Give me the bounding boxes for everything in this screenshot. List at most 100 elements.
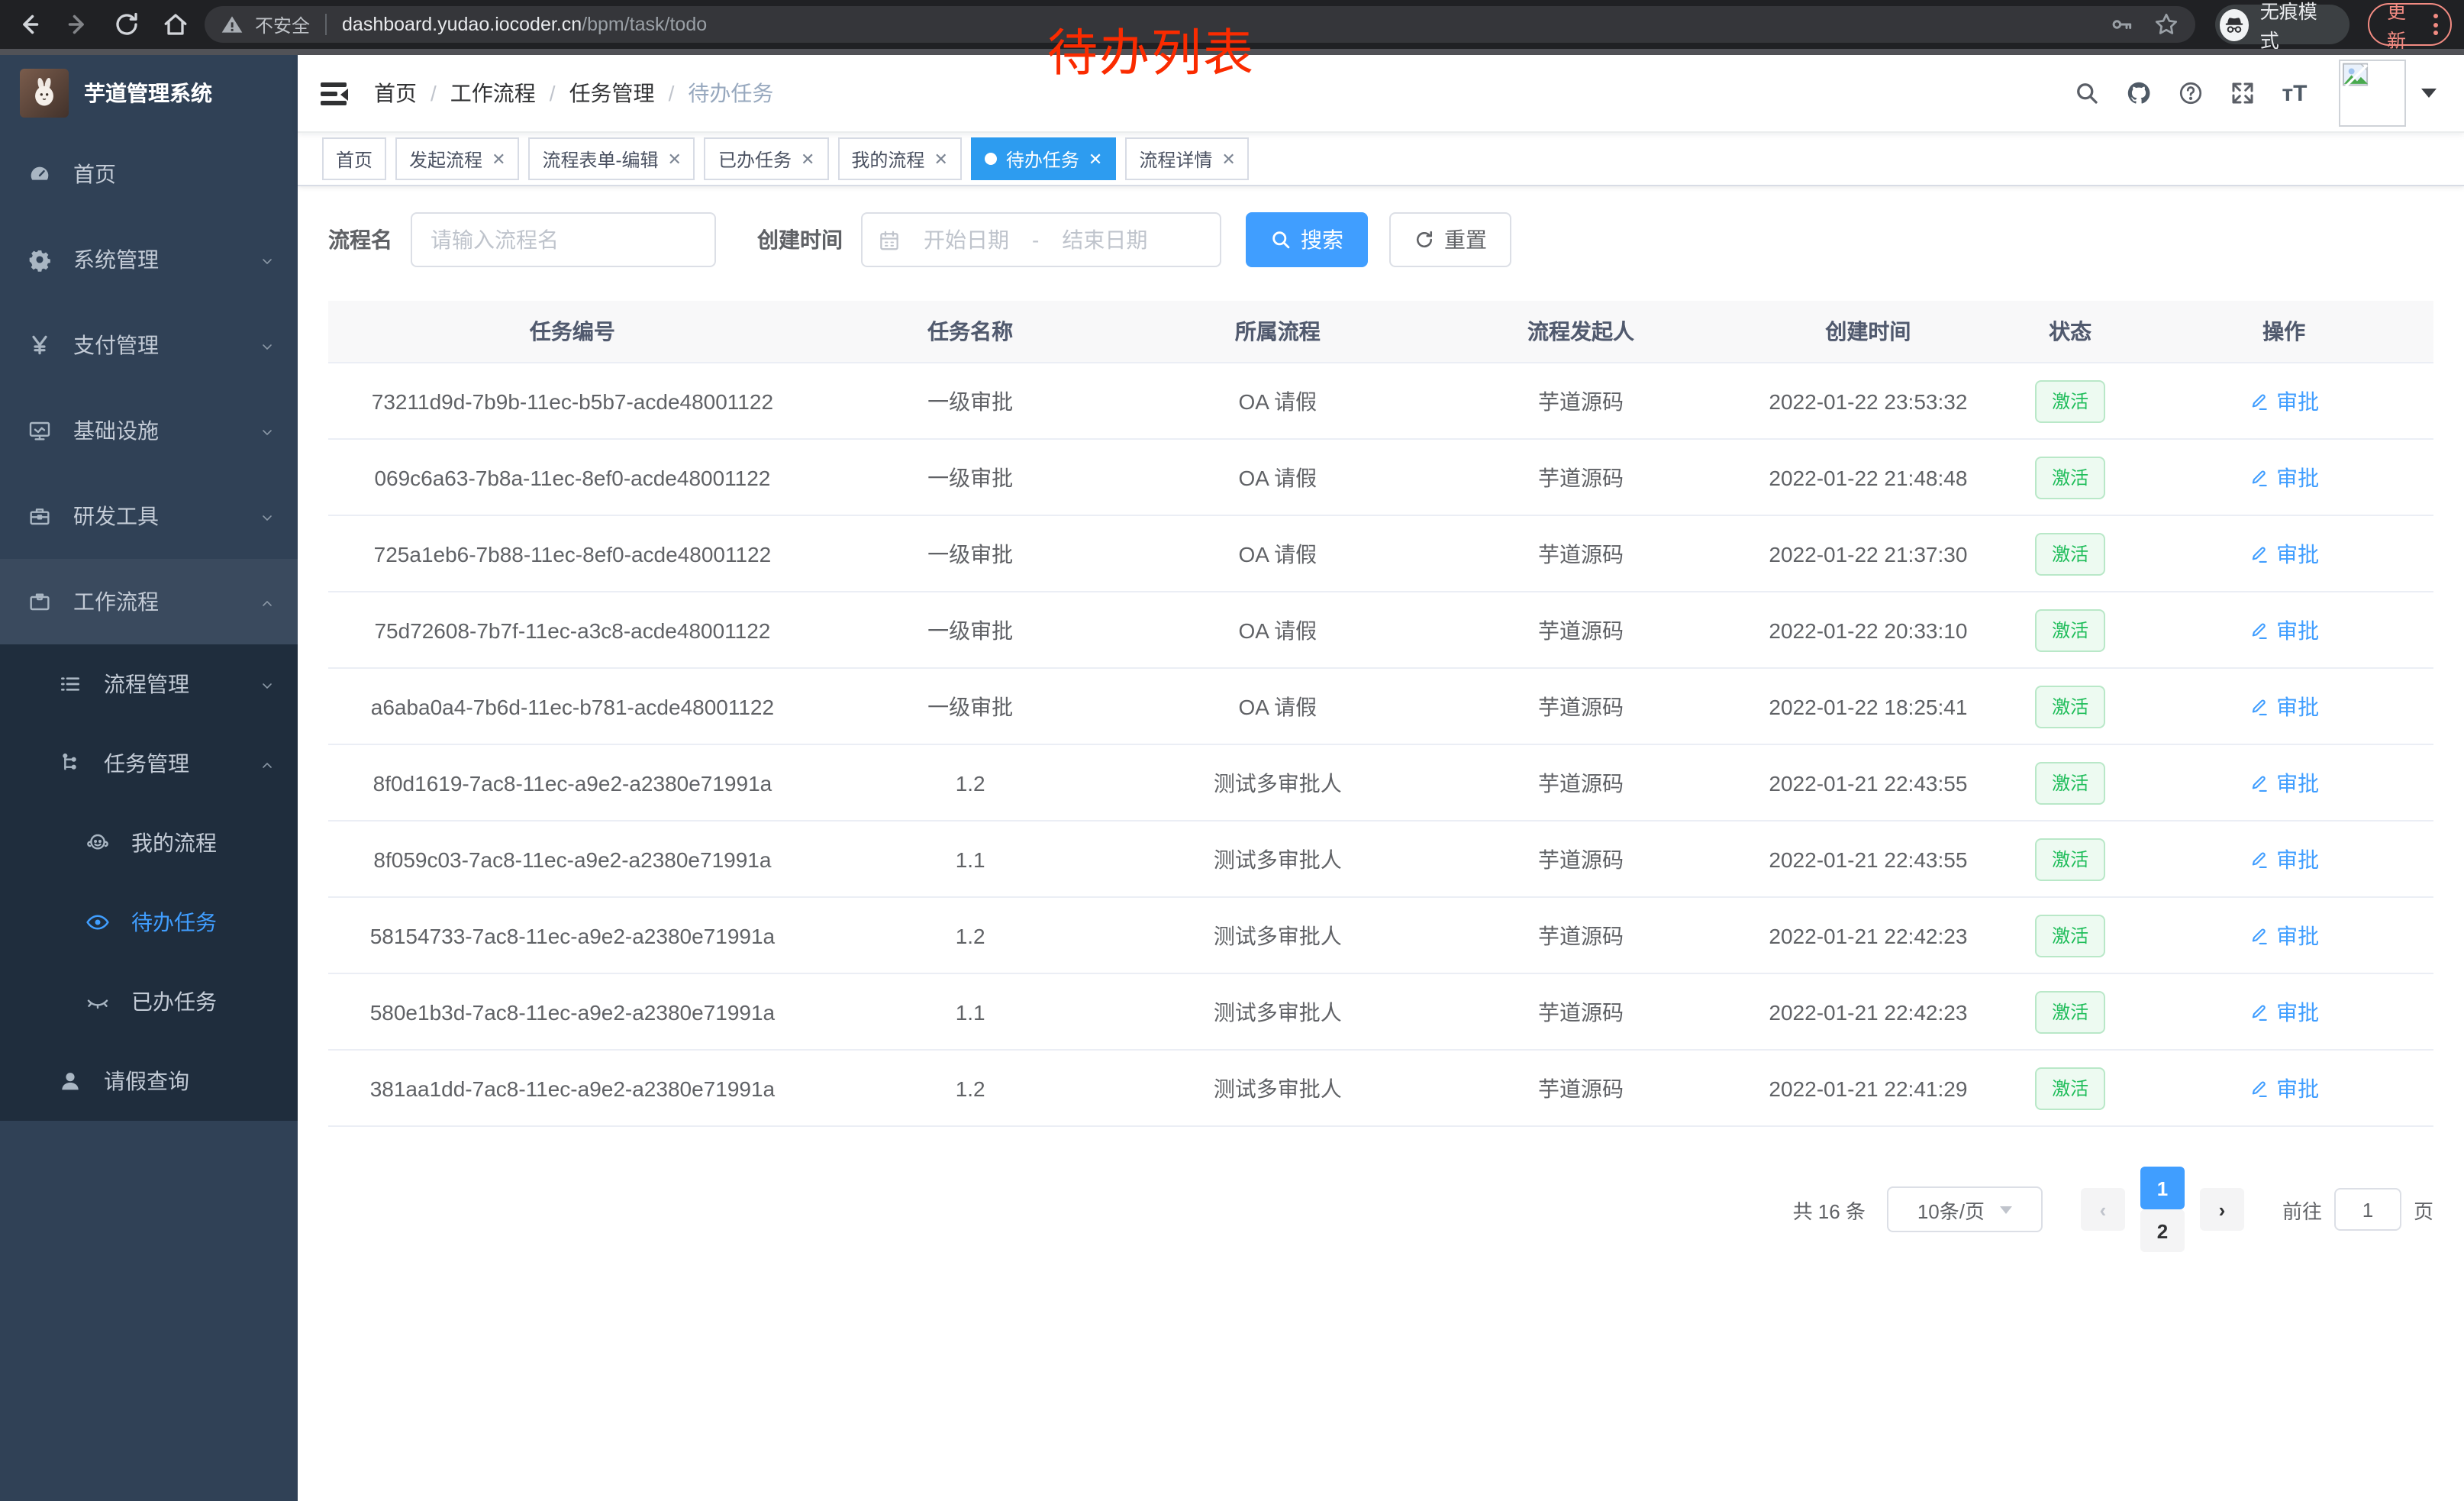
sidebar-item-任务管理[interactable]: 任务管理 <box>0 724 298 803</box>
app-logo-row[interactable]: 芋道管理系统 <box>0 55 298 131</box>
approve-link[interactable]: 审批 <box>2249 996 2319 1027</box>
approve-link-label: 审批 <box>2276 386 2319 416</box>
calendar-icon <box>878 228 901 251</box>
date-range-picker[interactable]: - <box>861 212 1221 267</box>
cell-id: 381aa1dd-7ac8-11ec-a9e2-a2380e71991a <box>328 1050 817 1126</box>
tab-close-icon[interactable]: ✕ <box>801 149 814 169</box>
cell-status: 激活 <box>2006 515 2134 592</box>
approve-link[interactable]: 审批 <box>2249 767 2319 798</box>
tab-close-icon[interactable]: ✕ <box>668 149 682 169</box>
search-icon[interactable] <box>2061 55 2113 131</box>
key-icon[interactable] <box>2110 12 2134 37</box>
next-page-button[interactable]: › <box>2200 1188 2244 1231</box>
tab-首页[interactable]: 首页 <box>322 137 386 180</box>
cell-starter: 芋道源码 <box>1431 744 1730 821</box>
approve-link[interactable]: 审批 <box>2249 920 2319 951</box>
page-size-select[interactable]: 10条/页 <box>1887 1186 2043 1232</box>
tab-label: 已办任务 <box>718 146 792 172</box>
process-name-input[interactable] <box>411 212 716 267</box>
sidebar-item-流程管理[interactable]: 流程管理 <box>0 644 298 724</box>
prev-page-button[interactable]: ‹ <box>2081 1188 2125 1231</box>
start-date-input[interactable] <box>907 226 1026 253</box>
back-icon[interactable] <box>15 11 43 38</box>
reload-icon[interactable] <box>113 11 140 38</box>
cell-action: 审批 <box>2134 821 2433 897</box>
sidebar-item-label: 任务管理 <box>104 748 189 779</box>
approve-link[interactable]: 审批 <box>2249 1073 2319 1103</box>
avatar[interactable] <box>2339 60 2406 127</box>
table-row: 58154733-7ac8-11ec-a9e2-a2380e71991a1.2测… <box>328 897 2433 973</box>
tab-close-icon[interactable]: ✕ <box>1221 149 1235 169</box>
sidebar-item-已办任务[interactable]: 已办任务 <box>0 962 298 1041</box>
approve-link[interactable]: 审批 <box>2249 386 2319 416</box>
not-secure-warning-icon[interactable] <box>220 12 244 37</box>
page-button-2[interactable]: 2 <box>2140 1209 2185 1252</box>
sidebar-item-label: 请假查询 <box>104 1066 189 1096</box>
status-badge: 激活 <box>2035 990 2105 1033</box>
fullscreen-icon[interactable] <box>2217 55 2269 131</box>
search-button[interactable]: 搜索 <box>1246 212 1368 267</box>
cell-action: 审批 <box>2134 973 2433 1050</box>
cell-time: 2022-01-22 21:48:48 <box>1730 439 2006 515</box>
approve-link[interactable]: 审批 <box>2249 462 2319 492</box>
approve-link[interactable]: 审批 <box>2249 538 2319 569</box>
forward-icon[interactable] <box>64 11 92 38</box>
breadcrumb-item-工作流程[interactable]: 工作流程 <box>450 78 536 108</box>
chevron-up-icon <box>258 592 276 611</box>
sidebar-item-研发工具[interactable]: 研发工具 <box>0 473 298 559</box>
pen-icon <box>2249 925 2270 946</box>
tab-待办任务[interactable]: 待办任务✕ <box>971 137 1116 180</box>
yen-icon <box>27 333 52 357</box>
page-button-1[interactable]: 1 <box>2140 1167 2185 1209</box>
goto-page-input[interactable] <box>2334 1188 2401 1231</box>
sidebar-item-请假查询[interactable]: 请假查询 <box>0 1041 298 1121</box>
table-row: 725a1eb6-7b88-11ec-8ef0-acde48001122一级审批… <box>328 515 2433 592</box>
page-unit-label: 页 <box>2414 1195 2433 1224</box>
tab-close-icon[interactable]: ✕ <box>1088 149 1102 169</box>
tab-流程表单-编辑[interactable]: 流程表单-编辑✕ <box>529 137 695 180</box>
home-icon[interactable] <box>162 11 189 38</box>
table-row: 75d72608-7b7f-11ec-a3c8-acde48001122一级审批… <box>328 592 2433 668</box>
cell-process: 测试多审批人 <box>1124 897 1432 973</box>
reset-button[interactable]: 重置 <box>1389 212 1511 267</box>
sidebar-item-基础设施[interactable]: 基础设施 <box>0 388 298 473</box>
page-url[interactable]: dashboard.yudao.iocoder.cn/bpm/task/todo <box>342 14 707 35</box>
tab-发起流程[interactable]: 发起流程✕ <box>395 137 519 180</box>
cell-id: a6aba0a4-7b6d-11ec-b781-acde48001122 <box>328 668 817 744</box>
approve-link[interactable]: 审批 <box>2249 844 2319 874</box>
sidebar-item-首页[interactable]: 首页 <box>0 131 298 217</box>
tab-我的流程[interactable]: 我的流程✕ <box>837 137 961 180</box>
sidebar-toggle-icon[interactable] <box>319 78 350 108</box>
sidebar-item-支付管理[interactable]: 支付管理 <box>0 302 298 388</box>
app-title: 芋道管理系统 <box>84 78 212 108</box>
font-size-icon[interactable]: тT <box>2269 55 2320 131</box>
security-label[interactable]: 不安全 <box>255 11 310 37</box>
browser-menu-icon[interactable] <box>2433 14 2438 35</box>
update-button[interactable]: 更新 <box>2367 3 2452 46</box>
avatar-caret-icon[interactable] <box>2421 89 2437 98</box>
help-icon[interactable] <box>2165 55 2217 131</box>
pagination: 共 16 条 10条/页 ‹ 12 › 前往 页 <box>328 1167 2433 1252</box>
sidebar-item-系统管理[interactable]: 系统管理 <box>0 217 298 302</box>
sidebar-item-待办任务[interactable]: 待办任务 <box>0 883 298 962</box>
approve-link[interactable]: 审批 <box>2249 615 2319 645</box>
cell-name: 一级审批 <box>817 515 1124 592</box>
breadcrumb-item-任务管理[interactable]: 任务管理 <box>569 78 655 108</box>
tab-close-icon[interactable]: ✕ <box>934 149 947 169</box>
sidebar-item-我的流程[interactable]: 我的流程 <box>0 803 298 883</box>
sidebar-item-label: 研发工具 <box>73 501 159 531</box>
end-date-input[interactable] <box>1045 226 1164 253</box>
pen-icon <box>2249 619 2270 641</box>
gear-icon <box>27 247 52 272</box>
approve-link[interactable]: 审批 <box>2249 691 2319 721</box>
bookmark-star-icon[interactable] <box>2153 11 2180 38</box>
tab-已办任务[interactable]: 已办任务 ✕ <box>705 137 828 180</box>
sidebar-item-工作流程[interactable]: 工作流程 <box>0 559 298 644</box>
breadcrumb-item-首页[interactable]: 首页 <box>374 78 417 108</box>
cell-starter: 芋道源码 <box>1431 592 1730 668</box>
tab-close-icon[interactable]: ✕ <box>492 149 505 169</box>
cell-process: 测试多审批人 <box>1124 821 1432 897</box>
tab-流程详情[interactable]: 流程详情✕ <box>1125 137 1249 180</box>
github-icon[interactable] <box>2113 55 2165 131</box>
cell-id: 069c6a63-7b8a-11ec-8ef0-acde48001122 <box>328 439 817 515</box>
